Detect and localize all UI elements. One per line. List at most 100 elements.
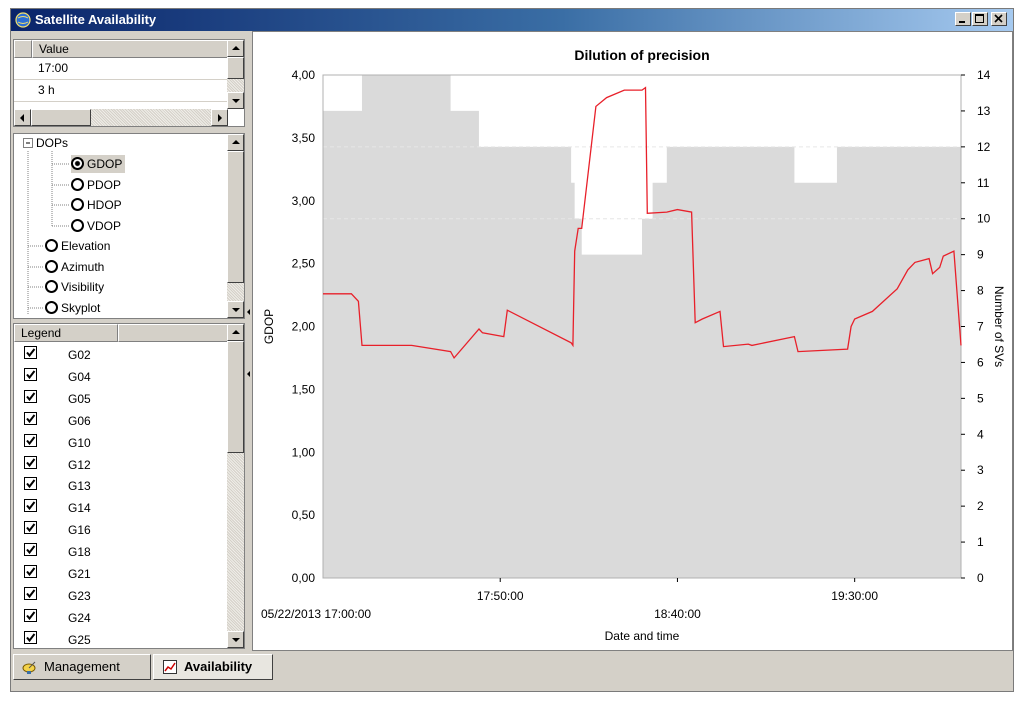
property-row[interactable]: 17:00 bbox=[14, 58, 228, 80]
properties-panel: Value 17:00 3 h bbox=[13, 39, 245, 127]
checkbox-checked-icon[interactable] bbox=[24, 346, 37, 359]
legend-item-label: G14 bbox=[68, 501, 91, 516]
chart-pane: Dilution of precision 0,00 0,50 1,00 1,50 2,0… bbox=[252, 31, 1013, 651]
legend-item-label: G02 bbox=[68, 348, 91, 362]
window-title: Satellite Availability bbox=[35, 12, 157, 27]
properties-hscrollbar[interactable] bbox=[14, 109, 228, 126]
tree-option-label: VDOP bbox=[87, 219, 122, 233]
tree-option-gdop[interactable]: GDOP bbox=[71, 155, 126, 173]
arrow-right-icon bbox=[218, 114, 222, 122]
tree-option-label: PDOP bbox=[87, 178, 122, 192]
checkbox-checked-icon[interactable] bbox=[24, 367, 37, 381]
tree-option-skyplot[interactable]: Skyplot bbox=[45, 299, 100, 317]
legend-header[interactable]: Legend bbox=[14, 324, 118, 342]
checkbox-checked-icon[interactable] bbox=[24, 521, 37, 535]
scroll-thumb[interactable] bbox=[227, 57, 244, 79]
radio-selected-icon bbox=[71, 157, 84, 170]
y-tick-label: 0,50 bbox=[292, 508, 316, 522]
checkbox-checked-icon[interactable] bbox=[24, 608, 37, 622]
tree-option-hdop[interactable]: HDOP bbox=[71, 196, 122, 214]
dop-tree-panel: DOPs GDOP PDOP HDOP VDOP Elevation Azimu… bbox=[13, 133, 245, 319]
checkbox-checked-icon[interactable] bbox=[24, 630, 37, 644]
scroll-thumb[interactable] bbox=[227, 341, 244, 453]
chart-title: Dilution of precision bbox=[574, 47, 709, 63]
scroll-down-button[interactable] bbox=[227, 301, 244, 318]
scroll-left-button[interactable] bbox=[14, 109, 31, 126]
checkbox-checked-icon[interactable] bbox=[24, 543, 37, 557]
scroll-right-button[interactable] bbox=[211, 109, 228, 126]
scroll-up-button[interactable] bbox=[227, 40, 244, 57]
tab-label: Management bbox=[44, 659, 120, 674]
checkbox-checked-icon[interactable] bbox=[24, 477, 37, 491]
dop-chart: Dilution of precision 0,00 0,50 1,00 1,50 2,0… bbox=[261, 47, 1006, 643]
maximize-icon bbox=[975, 14, 984, 23]
collapse-arrow-icon[interactable] bbox=[247, 309, 250, 315]
scroll-down-button[interactable] bbox=[227, 631, 244, 648]
legend-item-label: G12 bbox=[68, 457, 91, 472]
value-column-header[interactable]: Value bbox=[32, 40, 228, 58]
radio-icon bbox=[45, 301, 58, 314]
checkbox-checked-icon[interactable] bbox=[24, 586, 37, 600]
close-button[interactable] bbox=[991, 12, 1007, 26]
scroll-up-button[interactable] bbox=[227, 324, 244, 341]
legend-item-label: G24 bbox=[68, 610, 91, 625]
checkbox-checked-icon[interactable] bbox=[24, 499, 37, 513]
radio-icon bbox=[71, 178, 84, 191]
tree-option-elevation[interactable]: Elevation bbox=[45, 237, 110, 255]
y-tick-label: 1,50 bbox=[292, 382, 316, 396]
collapse-arrow-icon[interactable] bbox=[247, 371, 250, 377]
legend-item-label: G05 bbox=[68, 391, 91, 406]
minimize-button[interactable] bbox=[955, 12, 971, 26]
radio-icon bbox=[45, 260, 58, 273]
title-bar[interactable]: Satellite Availability bbox=[11, 9, 1013, 31]
arrow-down-icon bbox=[232, 308, 240, 312]
legend-item-label: G23 bbox=[68, 588, 91, 603]
checkbox-checked-icon[interactable] bbox=[24, 411, 37, 425]
tree-option-label: GDOP bbox=[87, 157, 123, 171]
legend-item-label: G16 bbox=[68, 523, 91, 538]
minimize-icon bbox=[959, 21, 965, 23]
tree-node-label: DOPs bbox=[36, 136, 69, 150]
checkbox-checked-icon[interactable] bbox=[24, 433, 37, 447]
checkbox-checked-icon[interactable] bbox=[24, 565, 37, 578]
legend-header-extra[interactable] bbox=[118, 324, 228, 342]
y-axis-label: GDOP bbox=[262, 309, 276, 344]
tree-option-visibility[interactable]: Visibility bbox=[45, 278, 104, 296]
close-icon bbox=[994, 14, 1003, 23]
tab-availability[interactable]: Availability bbox=[153, 654, 273, 680]
hscroll-thumb[interactable] bbox=[31, 109, 91, 126]
duration-value[interactable]: 3 h bbox=[38, 83, 55, 97]
y2-tick-label: 10 bbox=[977, 212, 991, 226]
tree-option-vdop[interactable]: VDOP bbox=[71, 217, 121, 235]
tree-vscrollbar[interactable] bbox=[227, 134, 244, 318]
arrow-up-icon bbox=[232, 140, 240, 144]
scroll-thumb[interactable] bbox=[227, 151, 244, 283]
arrow-left-icon bbox=[20, 114, 24, 122]
tree-option-pdop[interactable]: PDOP bbox=[71, 176, 121, 194]
arrow-up-icon bbox=[232, 330, 240, 334]
left-pane: Value 17:00 3 h DOPs GDOP PDOP HDOP VDOP… bbox=[11, 31, 247, 651]
tree-option-label: Skyplot bbox=[61, 301, 101, 315]
start-time-value[interactable]: 17:00 bbox=[38, 61, 68, 75]
tab-management[interactable]: Management bbox=[13, 654, 151, 680]
radio-icon bbox=[45, 239, 58, 252]
bottom-tab-bar: Management Availability bbox=[11, 652, 1013, 682]
legend-vscrollbar[interactable] bbox=[227, 324, 244, 648]
radio-icon bbox=[45, 280, 58, 293]
maximize-button[interactable] bbox=[972, 12, 988, 26]
properties-vscrollbar[interactable] bbox=[227, 40, 244, 109]
chart-icon bbox=[163, 660, 177, 674]
scroll-down-button[interactable] bbox=[227, 92, 244, 109]
y2-axis-label: Number of SVs bbox=[992, 286, 1006, 367]
checkbox-checked-icon[interactable] bbox=[24, 455, 37, 469]
tree-node-dops[interactable]: DOPs bbox=[36, 134, 68, 152]
checkbox-checked-icon[interactable] bbox=[24, 389, 37, 403]
legend-item-label: G21 bbox=[68, 567, 91, 581]
tab-label: Availability bbox=[184, 659, 253, 674]
property-row[interactable]: 3 h bbox=[14, 80, 228, 102]
app-window: Satellite Availability Value 17:00 3 h D… bbox=[10, 8, 1014, 692]
y-tick-label: 2,00 bbox=[292, 320, 316, 334]
scroll-up-button[interactable] bbox=[227, 134, 244, 151]
tree-option-azimuth[interactable]: Azimuth bbox=[45, 258, 104, 276]
y2-tick-label: 14 bbox=[977, 68, 991, 82]
